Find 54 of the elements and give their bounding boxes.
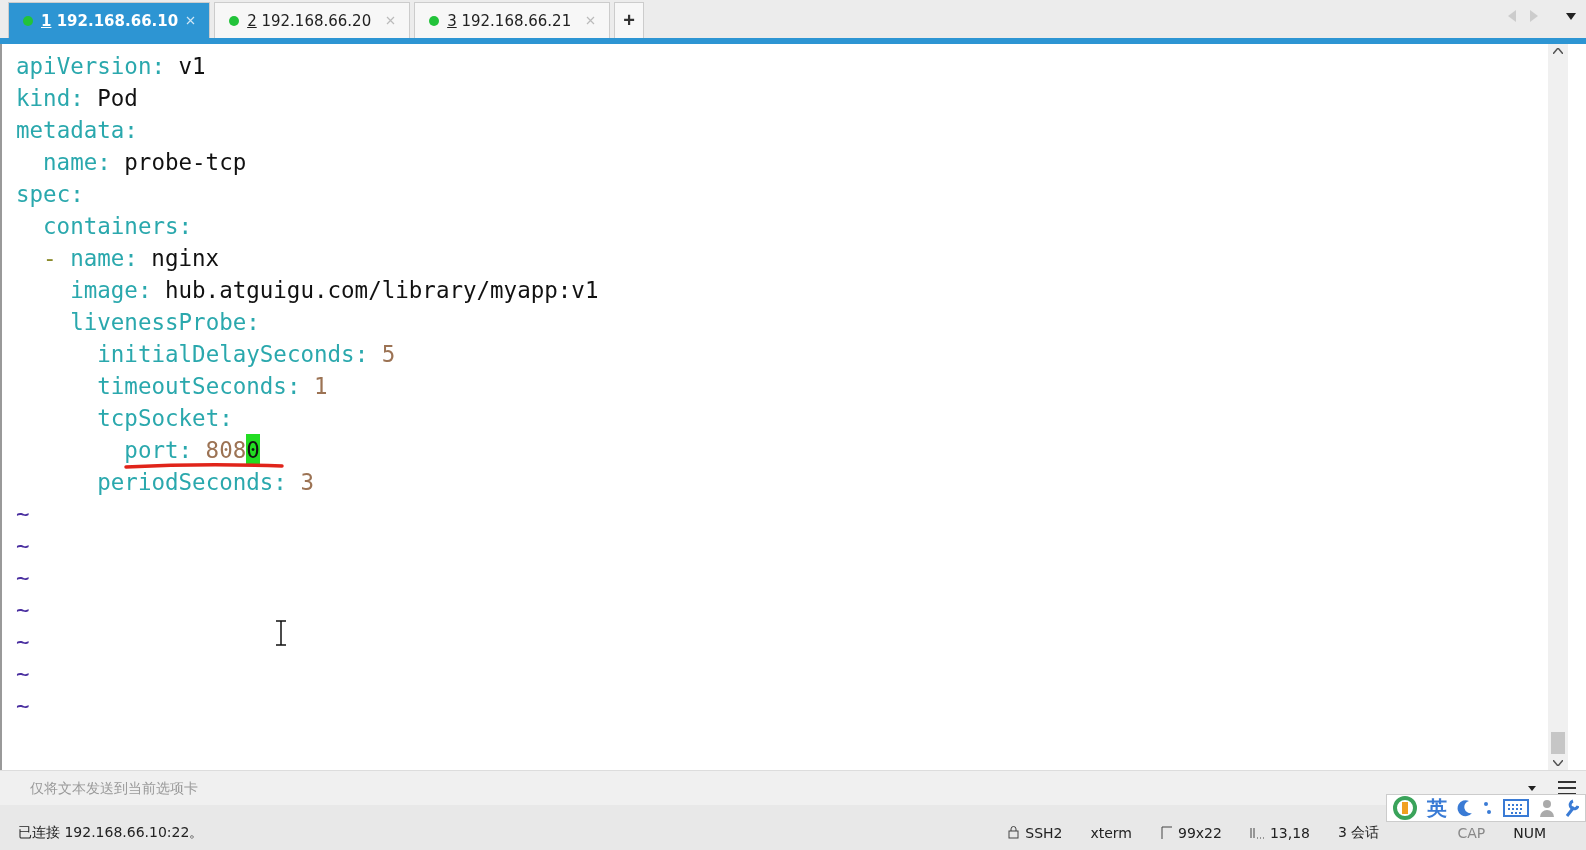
code-line: - name: nginx bbox=[42, 244, 221, 273]
menu-icon[interactable] bbox=[1558, 781, 1576, 795]
num-indicator: NUM bbox=[1513, 824, 1546, 841]
code-line: kind: Pod bbox=[16, 84, 139, 113]
resize-icon bbox=[1160, 826, 1172, 839]
code-line: initialDelaySeconds: 5 bbox=[96, 340, 397, 369]
terminal-size: 99x22 bbox=[1178, 824, 1222, 841]
caps-indicator: CAP bbox=[1457, 824, 1486, 841]
code-line: metadata: bbox=[16, 116, 139, 145]
tab-label: 3 192.168.66.21 bbox=[447, 11, 572, 30]
punctuation-icon[interactable] bbox=[1483, 800, 1493, 816]
text-cursor-icon bbox=[274, 620, 288, 646]
code-line: tcpSocket: bbox=[96, 404, 234, 433]
wrench-icon[interactable] bbox=[1565, 799, 1579, 817]
protocol-label: SSH2 bbox=[1025, 824, 1063, 841]
scroll-down-icon[interactable] bbox=[1553, 760, 1563, 766]
empty-line-marker: ~ bbox=[16, 660, 30, 689]
code-line: name: probe-tcp bbox=[42, 148, 248, 177]
empty-line-marker: ~ bbox=[16, 596, 30, 625]
code-line: timeoutSeconds: 1 bbox=[96, 372, 329, 401]
code-line: periodSeconds: 3 bbox=[96, 468, 315, 497]
keyboard-icon[interactable] bbox=[1503, 799, 1529, 817]
terminal-type: xterm bbox=[1090, 824, 1132, 841]
empty-line-marker: ~ bbox=[16, 628, 30, 657]
empty-line-marker: ~ bbox=[16, 500, 30, 529]
code-line: spec: bbox=[16, 180, 85, 209]
cursor-position: 13,18 bbox=[1269, 824, 1311, 841]
empty-line-marker: ~ bbox=[16, 532, 30, 561]
new-tab-button[interactable]: + bbox=[614, 2, 645, 38]
tab-label: 2 192.168.66.20 bbox=[247, 11, 372, 30]
session-tab[interactable]: 3 192.168.66.21 bbox=[414, 2, 611, 38]
empty-line-marker: ~ bbox=[16, 564, 30, 593]
scroll-up-icon[interactable] bbox=[1553, 48, 1563, 54]
code-line: livenessProbe: bbox=[69, 308, 261, 337]
close-icon[interactable] bbox=[186, 16, 196, 25]
empty-line-marker: ~ bbox=[16, 692, 30, 721]
input-language[interactable]: 英 bbox=[1427, 794, 1447, 822]
connection-status: 已连接 192.168.66.10:22。 bbox=[18, 823, 204, 842]
scrollbar[interactable] bbox=[1548, 44, 1568, 770]
dropdown-icon[interactable] bbox=[1566, 12, 1576, 20]
code-line: port: 8080 bbox=[16, 434, 1548, 466]
tab-label: 1 192.168.66.10 bbox=[41, 11, 179, 30]
session-count: 3 会话 bbox=[1338, 823, 1380, 842]
session-tab[interactable]: 2 192.168.66.20 bbox=[214, 2, 411, 38]
cursor-position-icon bbox=[1249, 826, 1264, 839]
dropdown-icon[interactable] bbox=[1528, 785, 1536, 791]
moon-icon[interactable] bbox=[1457, 799, 1473, 817]
send-text-field[interactable]: 仅将文本发送到当前选项卡 bbox=[30, 780, 1528, 796]
scroll-thumb[interactable] bbox=[1551, 732, 1565, 754]
code-line: apiVersion: v1 bbox=[16, 52, 207, 81]
ime-logo-icon[interactable] bbox=[1393, 796, 1417, 820]
code-line: image: hub.atguigu.com/library/myapp:v1 bbox=[69, 276, 600, 305]
lock-icon bbox=[1008, 826, 1020, 839]
code-line: containers: bbox=[42, 212, 194, 241]
